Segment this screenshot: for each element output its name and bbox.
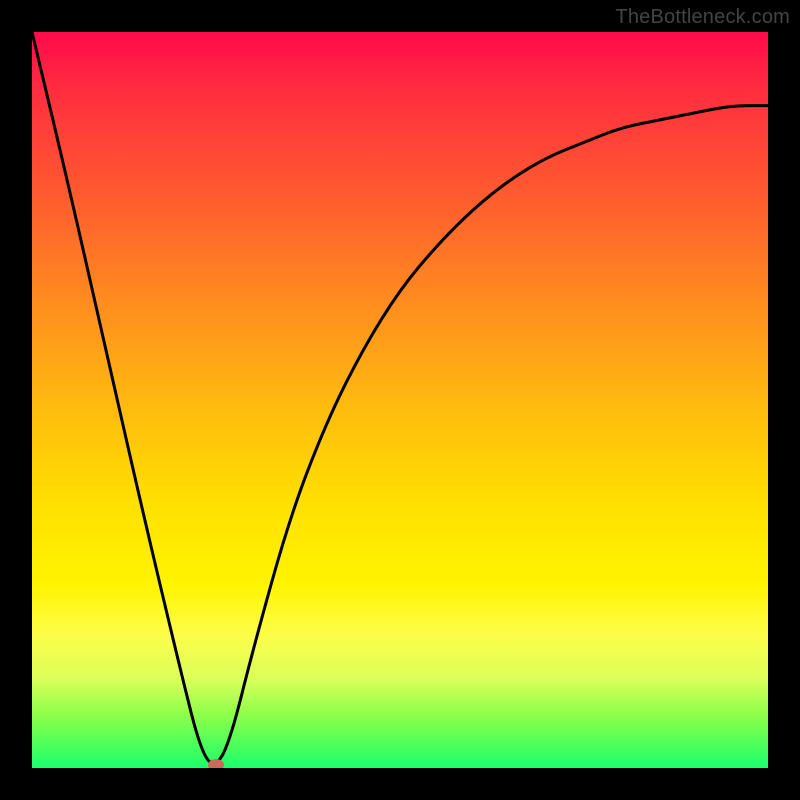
attribution-label: TheBottleneck.com [615,6,790,29]
chart-frame: TheBottleneck.com [0,0,800,800]
curve-layer [32,32,768,768]
bottleneck-curve [32,32,768,763]
plot-area [32,32,768,768]
